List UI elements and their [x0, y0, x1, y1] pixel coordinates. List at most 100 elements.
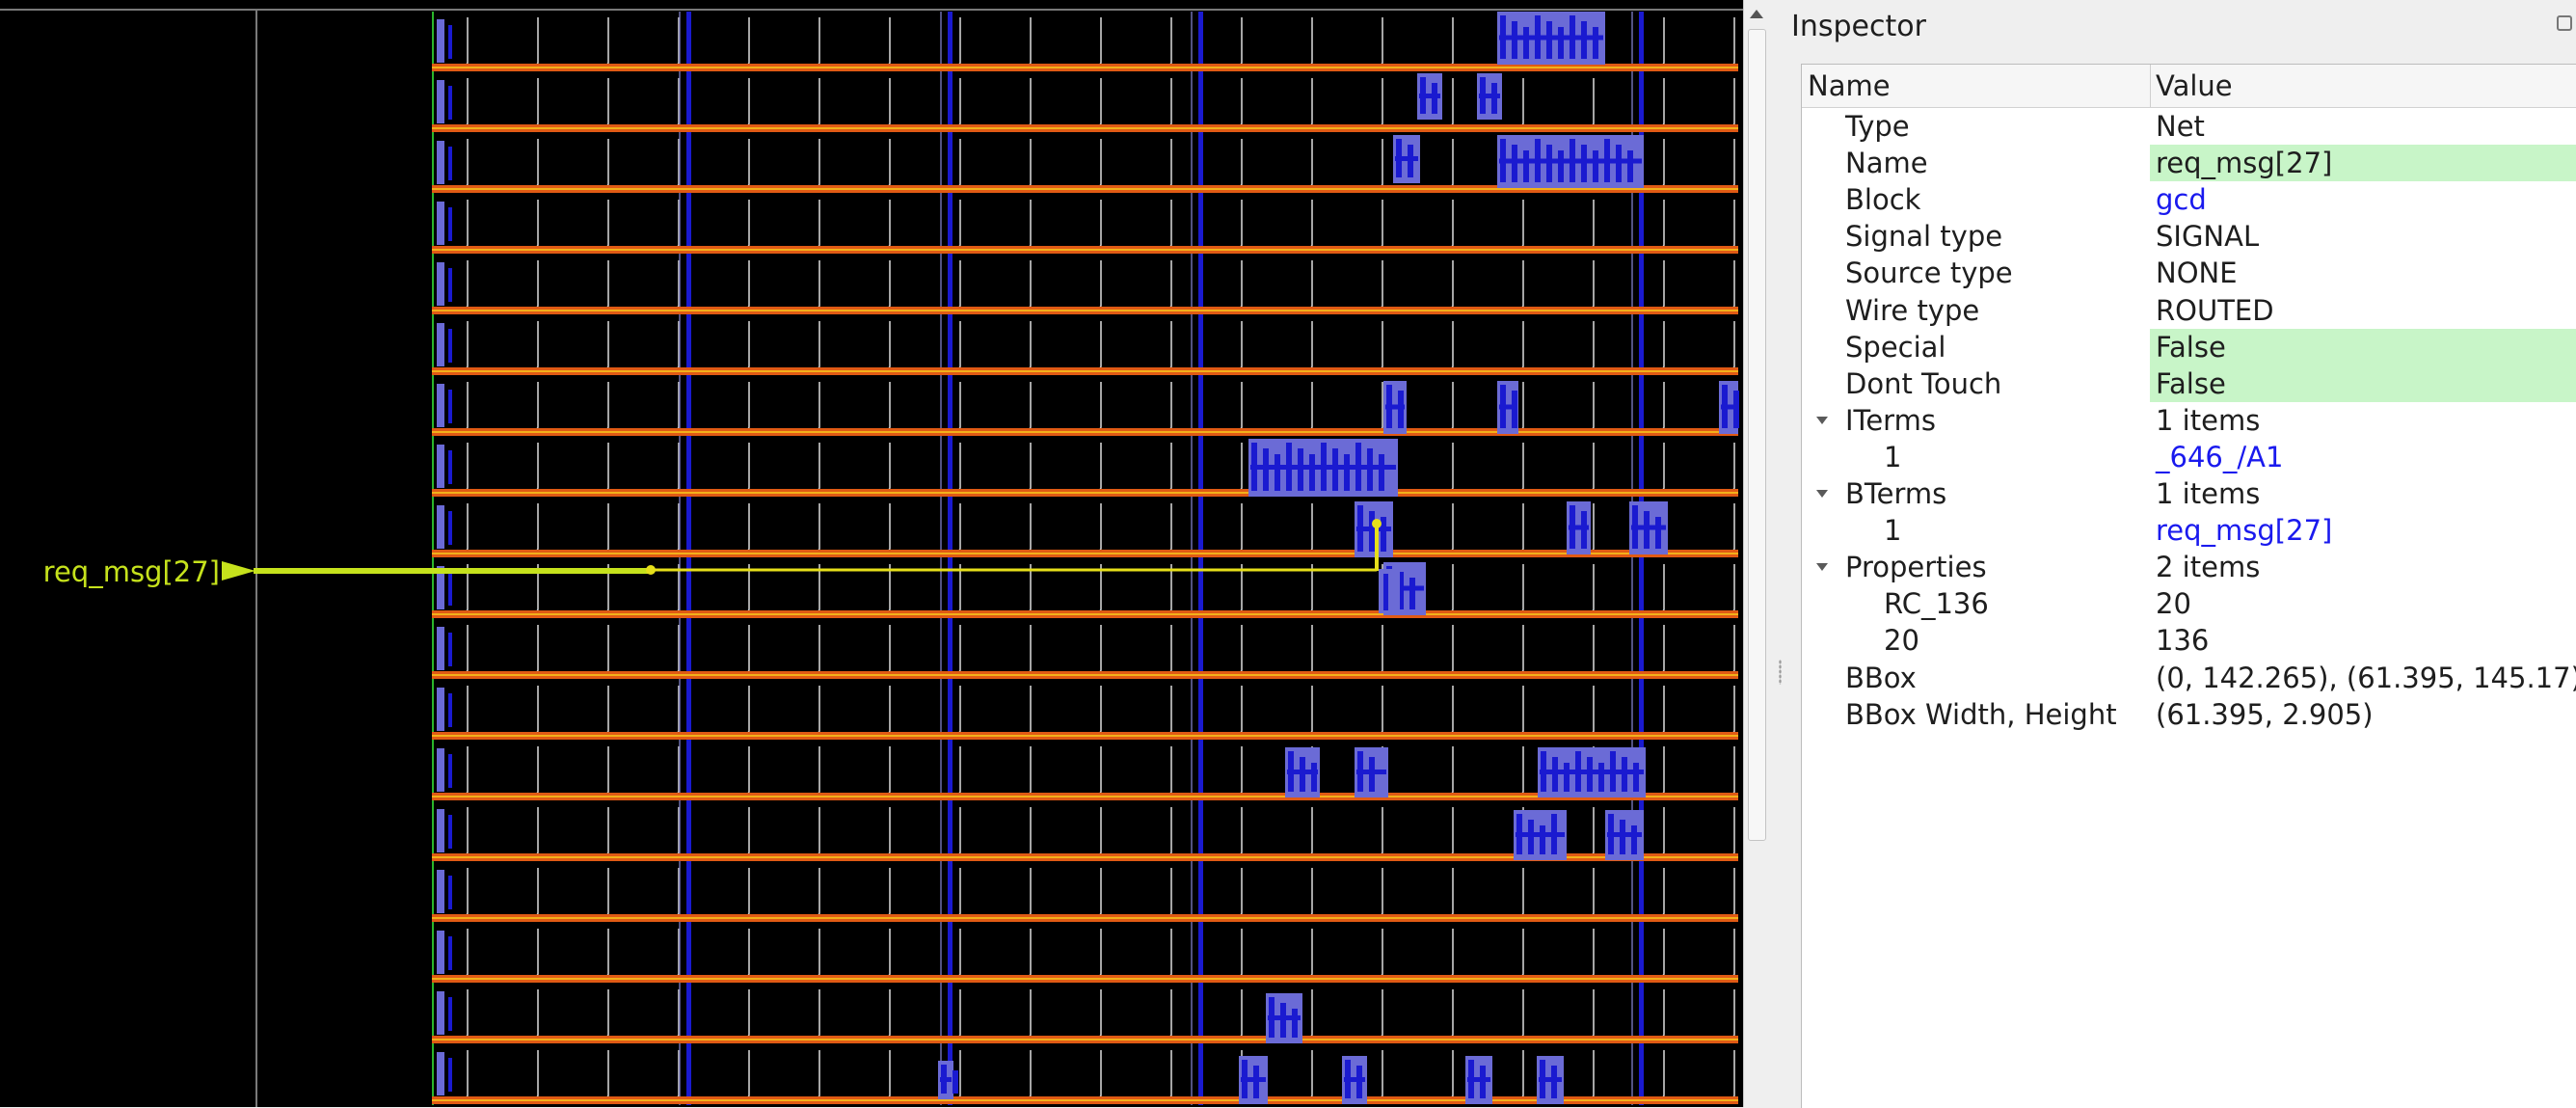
- property-table[interactable]: Name Value Type Net Name req_msg[27] Block gc…: [1801, 64, 2576, 1108]
- cell-metal-shape: [1467, 1077, 1490, 1082]
- table-row[interactable]: 1 _646_/A1: [1802, 439, 2576, 475]
- row-value: (0, 142.265), (61.395, 145.17): [2156, 661, 2576, 694]
- cell-metal-shape: [953, 1070, 958, 1094]
- power-rail-center-line: [432, 249, 1738, 251]
- row-value: 2 items: [2156, 551, 2261, 584]
- table-row[interactable]: BTerms 1 items: [1802, 475, 2576, 512]
- cell-metal-shape: [1268, 1015, 1301, 1020]
- power-rail-center-line: [432, 917, 1738, 919]
- scroll-thumb[interactable]: [1748, 29, 1766, 841]
- table-row[interactable]: Special False: [1802, 328, 2576, 365]
- power-rail-center-line: [432, 370, 1738, 372]
- table-row[interactable]: Signal type SIGNAL: [1802, 218, 2576, 255]
- scroll-up-arrow-icon[interactable]: [1750, 10, 1763, 18]
- row-value: 136: [2156, 624, 2210, 658]
- column-divider[interactable]: [2150, 65, 2151, 107]
- cell-metal-shape: [1593, 150, 1598, 182]
- route-via-dot: [646, 565, 656, 575]
- table-row[interactable]: Source type NONE: [1802, 255, 2576, 291]
- table-row[interactable]: BBox Width, Height (61.395, 2.905): [1802, 696, 2576, 733]
- edge-cell-pin: [448, 329, 452, 363]
- row-value: 1 items: [2156, 477, 2261, 510]
- row-name: RC_136: [1884, 587, 1989, 621]
- cell-metal-shape: [1655, 517, 1661, 549]
- power-rail-center-line: [432, 431, 1738, 433]
- row-value-link[interactable]: _646_/A1: [2150, 439, 2576, 475]
- edge-cell-pin: [448, 876, 452, 909]
- row-name: Special: [1845, 330, 1946, 364]
- layout-view[interactable]: req_msg[27]: [0, 0, 1743, 1107]
- metal-strap-edge-line: [679, 12, 681, 1105]
- cell-metal-shape: [1292, 1009, 1298, 1038]
- cell-metal-shape: [1395, 156, 1418, 161]
- edge-cell-pin: [448, 207, 452, 241]
- power-rail-center-line: [432, 613, 1738, 615]
- cell-metal-shape: [1607, 832, 1642, 837]
- metal-strap-edge-line: [940, 12, 942, 1105]
- edge-cell: [437, 262, 444, 306]
- table-row[interactable]: 20 136: [1802, 622, 2576, 659]
- edge-cell-pin: [448, 754, 452, 788]
- expand-arrow-icon[interactable]: [1816, 563, 1828, 572]
- cell-metal-shape: [1627, 150, 1633, 182]
- table-row[interactable]: Dont Touch False: [1802, 365, 2576, 402]
- edge-cell-pin: [448, 511, 452, 545]
- edge-cell: [437, 80, 444, 123]
- edge-cell: [437, 202, 444, 245]
- row-value: 1 items: [2156, 403, 2261, 437]
- layout-canvas[interactable]: req_msg[27]: [0, 0, 1743, 1107]
- power-rail-center-line: [432, 127, 1738, 129]
- edge-cell: [437, 1052, 444, 1095]
- cell-metal-shape: [1309, 454, 1315, 491]
- cell-metal-shape: [1241, 1077, 1266, 1082]
- edge-cell: [437, 809, 444, 852]
- table-row[interactable]: Properties 2 items: [1802, 549, 2576, 585]
- column-header-name[interactable]: Name: [1808, 69, 1891, 102]
- expand-arrow-icon[interactable]: [1816, 490, 1828, 498]
- table-row[interactable]: Type Net: [1802, 108, 2576, 145]
- row-name: Dont Touch: [1845, 366, 2002, 400]
- inspector-panel: Inspector Name Value Type Net Name req_msg[…: [1791, 0, 2576, 1108]
- cell-metal-shape: [1499, 158, 1642, 164]
- edge-cell-pin: [448, 997, 452, 1031]
- edge-cell-pin: [448, 936, 452, 970]
- vertical-scrollbar[interactable]: [1743, 0, 1769, 1107]
- table-row[interactable]: RC_136 20: [1802, 585, 2576, 622]
- table-row[interactable]: Name req_msg[27]: [1802, 145, 2576, 182]
- edge-cell-pin: [448, 390, 452, 423]
- edge-cell: [437, 19, 444, 63]
- cell-metal-shape: [1631, 825, 1637, 854]
- table-row[interactable]: Wire type ROUTED: [1802, 292, 2576, 329]
- row-name: 1: [1884, 514, 1902, 548]
- power-rail-center-line: [432, 674, 1738, 676]
- power-rail-center-line: [432, 188, 1738, 190]
- metal-strap-edge-line: [1191, 12, 1193, 1105]
- edge-cell: [437, 627, 444, 670]
- edge-cell: [437, 748, 444, 792]
- cell-metal-shape: [1593, 27, 1598, 59]
- cell-metal-shape: [1523, 150, 1529, 182]
- float-panel-icon[interactable]: [2557, 15, 2572, 31]
- cell-metal-shape: [1499, 404, 1516, 410]
- edge-cell: [437, 384, 444, 427]
- row-value-link[interactable]: gcd: [2150, 181, 2576, 218]
- edge-cell: [437, 141, 444, 184]
- expand-arrow-icon[interactable]: [1816, 416, 1828, 424]
- cell-metal-shape: [1383, 574, 1388, 610]
- column-header-value[interactable]: Value: [2156, 69, 2233, 102]
- table-row[interactable]: Block gcd: [1802, 181, 2576, 218]
- table-row[interactable]: ITerms 1 items: [1802, 402, 2576, 439]
- row-name: Wire type: [1845, 293, 1980, 327]
- metal-strap-line: [686, 12, 691, 1105]
- cell-metal-shape: [1344, 1077, 1365, 1082]
- cell-metal-shape: [1564, 763, 1570, 792]
- table-row[interactable]: BBox (0, 142.265), (61.395, 145.17): [1802, 660, 2576, 696]
- cell-metal-shape: [1381, 517, 1386, 552]
- cell-metal-shape: [1540, 770, 1644, 774]
- cell-metal-shape: [1523, 27, 1529, 59]
- splitter-grip-icon[interactable]: [1779, 660, 1782, 685]
- table-row[interactable]: 1 req_msg[27]: [1802, 512, 2576, 549]
- edge-cell: [437, 931, 444, 974]
- cell-metal-shape: [1250, 465, 1396, 470]
- row-value-link[interactable]: req_msg[27]: [2150, 512, 2576, 549]
